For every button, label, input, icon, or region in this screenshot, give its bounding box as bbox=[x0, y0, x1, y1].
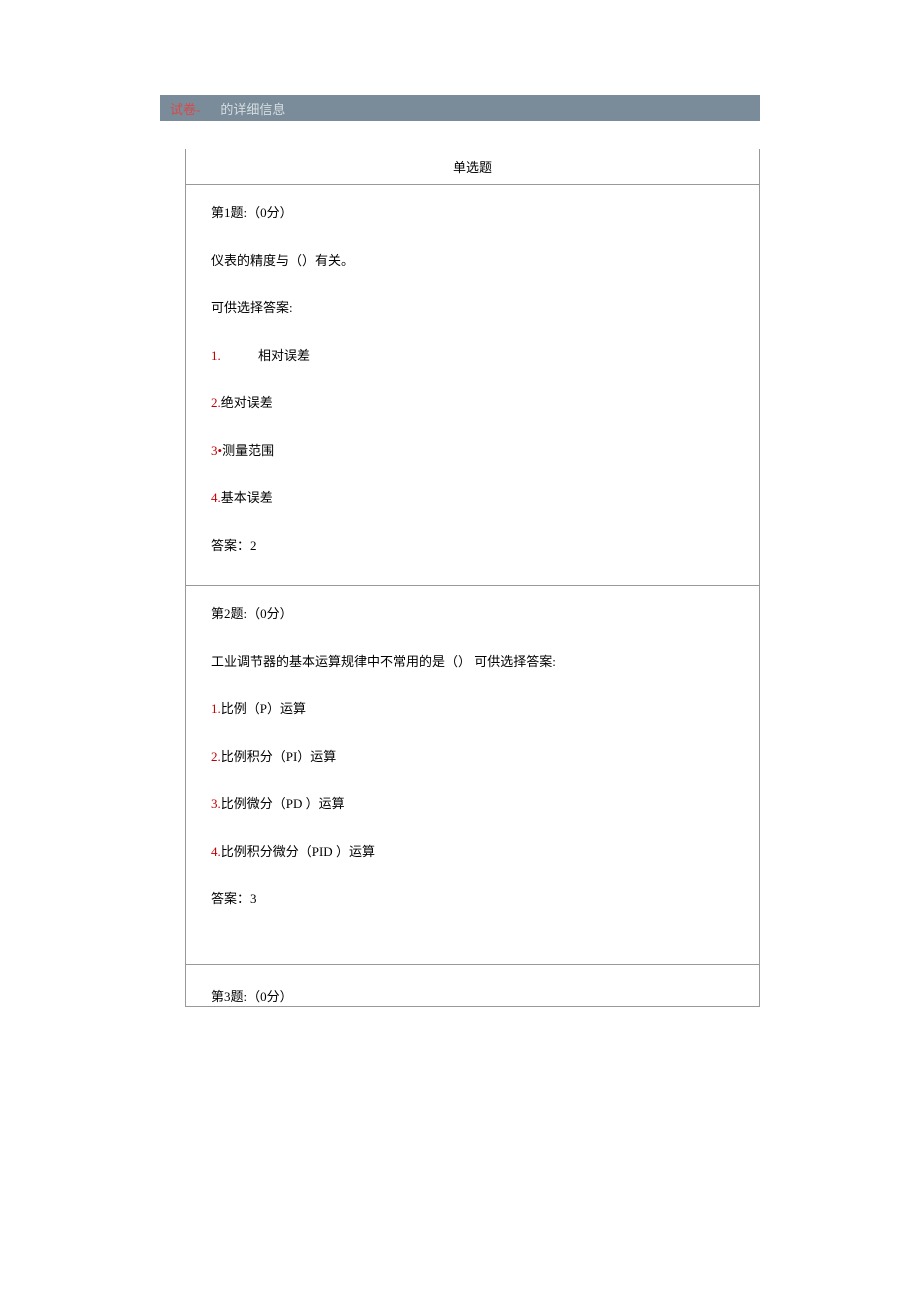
page-container: 试卷- 的详细信息 单选题 第1题:（0分） 仪表的精度与（）有关。 可供选择答… bbox=[0, 0, 920, 1007]
header-bar: 试卷- 的详细信息 bbox=[160, 95, 760, 121]
q1-answer: 答案：2 bbox=[211, 536, 734, 556]
q1-option-3: 3•测量范围 bbox=[211, 441, 734, 461]
header-right-text: 的详细信息 bbox=[220, 99, 285, 118]
q1-option-2-num: 2. bbox=[211, 395, 221, 410]
q2-option-4: 4.比例积分微分（PID ）运算 bbox=[211, 842, 734, 862]
q2-option-1: 1.比例（P）运算 bbox=[211, 699, 734, 719]
header-left-text: 试卷- bbox=[170, 99, 200, 118]
question-block-2: 第2题:（0分） 工业调节器的基本运算规律中不常用的是（） 可供选择答案: 1.… bbox=[186, 586, 759, 965]
q2-option-1-num: 1. bbox=[211, 701, 221, 716]
q1-answer-value: 2 bbox=[250, 538, 257, 553]
q1-option-3-text: 测量范围 bbox=[222, 443, 274, 458]
q1-option-4-num: 4. bbox=[211, 490, 221, 505]
q2-option-3-num: 3. bbox=[211, 796, 221, 811]
q3-title: 第3题:（0分） bbox=[211, 987, 734, 1007]
question-block-1: 第1题:（0分） 仪表的精度与（）有关。 可供选择答案: 1. 相对误差 2.绝… bbox=[186, 185, 759, 586]
q2-answer-label: 答案： bbox=[211, 891, 250, 906]
section-title: 单选题 bbox=[186, 149, 759, 185]
q2-option-2-num: 2. bbox=[211, 749, 221, 764]
q1-option-2-text: 绝对误差 bbox=[221, 395, 273, 410]
q2-option-4-text: 比例积分微分（PID ）运算 bbox=[221, 844, 375, 859]
q2-title: 第2题:（0分） bbox=[211, 604, 734, 624]
q1-option-3-num: 3• bbox=[211, 443, 222, 458]
q1-option-1-num: 1. bbox=[211, 348, 221, 363]
q1-option-1: 1. 相对误差 bbox=[211, 346, 734, 366]
q2-option-4-num: 4. bbox=[211, 844, 221, 859]
q1-title: 第1题:（0分） bbox=[211, 203, 734, 223]
q1-option-1-text: 相对误差 bbox=[258, 348, 310, 363]
q1-option-4-text: 基本误差 bbox=[221, 490, 273, 505]
q2-option-3-text: 比例微分（PD ）运算 bbox=[221, 796, 345, 811]
q2-answer-value: 3 bbox=[250, 891, 257, 906]
q1-option-4: 4.基本误差 bbox=[211, 488, 734, 508]
question-block-3: 第3题:（0分） bbox=[186, 965, 759, 1007]
q2-stem: 工业调节器的基本运算规律中不常用的是（） 可供选择答案: bbox=[211, 652, 734, 672]
q1-answer-label: 答案： bbox=[211, 538, 250, 553]
q1-option-2: 2.绝对误差 bbox=[211, 393, 734, 413]
content-wrapper: 单选题 第1题:（0分） 仪表的精度与（）有关。 可供选择答案: 1. 相对误差… bbox=[185, 149, 760, 1007]
q2-option-1-text: 比例（P）运算 bbox=[221, 701, 306, 716]
q2-option-3: 3.比例微分（PD ）运算 bbox=[211, 794, 734, 814]
q2-option-2: 2.比例积分（PI）运算 bbox=[211, 747, 734, 767]
q1-choices-label: 可供选择答案: bbox=[211, 298, 734, 318]
q2-answer: 答案：3 bbox=[211, 889, 734, 909]
q2-option-2-text: 比例积分（PI）运算 bbox=[221, 749, 337, 764]
q1-stem: 仪表的精度与（）有关。 bbox=[211, 251, 734, 271]
